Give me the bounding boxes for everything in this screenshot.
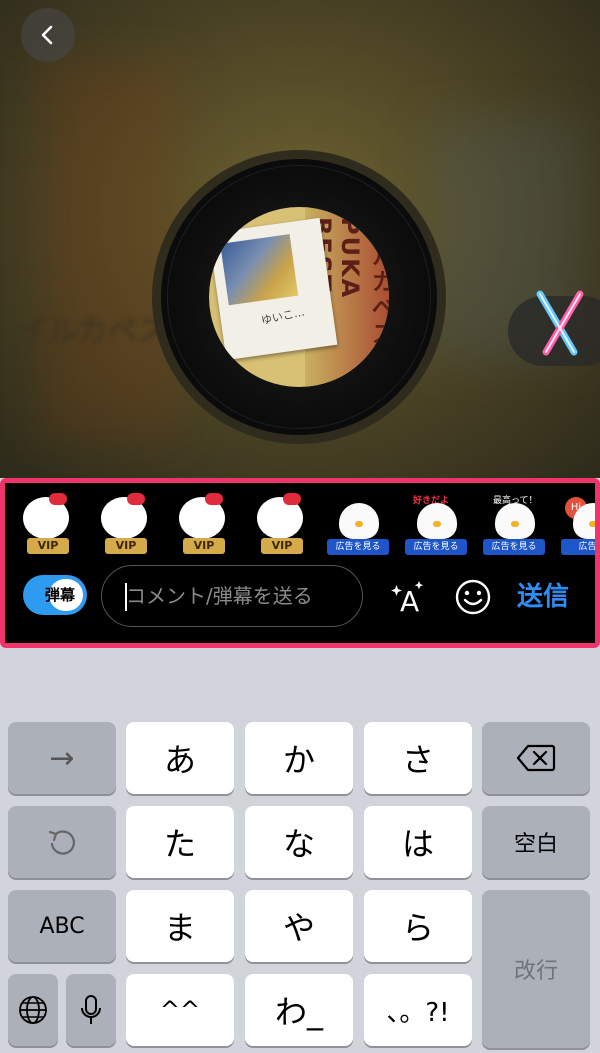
key-globe[interactable] xyxy=(8,974,58,1046)
key-a[interactable]: あ xyxy=(126,722,234,794)
key-delete[interactable] xyxy=(482,722,590,794)
stamp-list[interactable]: VIP VIP VIP VIP 広告を見る 好きだよ 広告を見る 最高って！ 広… xyxy=(15,491,595,563)
kitty-stamp-icon xyxy=(23,493,69,539)
comment-input[interactable] xyxy=(101,565,363,627)
danmaku-toggle[interactable]: 弾幕 xyxy=(23,575,87,615)
backspace-icon xyxy=(516,744,556,772)
danmaku-toggle-label: 弾幕 xyxy=(45,586,76,604)
key-space[interactable]: 空白 xyxy=(482,806,590,878)
key-punctuation[interactable]: 、。?! xyxy=(364,974,472,1046)
undo-icon xyxy=(48,830,75,855)
key-ha[interactable]: は xyxy=(364,806,472,878)
back-button[interactable] xyxy=(21,8,75,62)
stamp-item[interactable]: 好きだよ 広告を見る xyxy=(405,491,471,557)
player-area: イルカベス イルカベスト PUKA BEST ゆいこ… xyxy=(0,0,600,478)
text-caret xyxy=(125,583,127,611)
vinyl-record: イルカベスト PUKA BEST ゆいこ… xyxy=(152,150,446,444)
comment-input-row: 弾幕 A 送信 xyxy=(5,565,595,635)
stamp-item[interactable]: 広告を見る xyxy=(327,491,393,557)
kitty-stamp-icon xyxy=(179,493,225,539)
stamp-item[interactable]: 最高って！ 広告を見る xyxy=(483,491,549,557)
vip-badge: VIP xyxy=(261,538,303,554)
vip-badge: VIP xyxy=(27,538,69,554)
key-ma[interactable]: ま xyxy=(126,890,234,962)
chick-stamp-icon xyxy=(339,503,379,539)
cover-caption: ゆいこ… xyxy=(260,305,306,328)
album-art: イルカベスト PUKA BEST ゆいこ… xyxy=(209,207,389,387)
svg-text:A: A xyxy=(400,585,419,617)
chick-stamp-icon xyxy=(495,503,535,539)
arrow-right-icon: → xyxy=(49,740,75,776)
microphone-icon xyxy=(81,995,101,1024)
comment-panel: VIP VIP VIP VIP 広告を見る 好きだよ 広告を見る 最高って！ 広… xyxy=(0,478,600,648)
key-emoticon[interactable]: ^^ xyxy=(126,974,234,1046)
chevron-left-icon xyxy=(41,25,53,45)
key-sa[interactable]: さ xyxy=(364,722,472,794)
key-abc[interactable]: ABC xyxy=(8,890,116,962)
key-ya[interactable]: や xyxy=(245,890,353,962)
key-undo[interactable] xyxy=(8,806,116,878)
key-dictation[interactable] xyxy=(66,974,116,1046)
key-ta[interactable]: た xyxy=(126,806,234,878)
penlight-button[interactable] xyxy=(508,290,600,366)
key-ra[interactable]: ら xyxy=(364,890,472,962)
watch-ad-badge: 広告を見る xyxy=(327,539,389,555)
japanese-keyboard: → あ か さ た な は 空白 ABC ま や ら 改行 ^^ わ_ 、。?! xyxy=(0,648,600,1053)
album-spine-text: イルカベスト PUKA BEST xyxy=(308,217,389,373)
vinyl-disc: イルカベスト PUKA BEST ゆいこ… xyxy=(161,159,437,435)
background-title-text: イルカベス xyxy=(18,314,168,349)
penlight-icon xyxy=(536,290,584,356)
stamp-item[interactable]: VIP xyxy=(93,491,159,557)
key-next[interactable]: → xyxy=(8,722,116,794)
font-style-icon[interactable]: A xyxy=(389,577,429,618)
vip-badge: VIP xyxy=(183,538,225,554)
key-return[interactable]: 改行 xyxy=(482,890,590,1048)
kitty-stamp-icon xyxy=(257,493,303,539)
kitty-stamp-icon xyxy=(101,493,147,539)
stamp-item[interactable]: VIP xyxy=(15,491,81,557)
album-spine xyxy=(305,207,389,387)
vip-badge: VIP xyxy=(105,538,147,554)
stamp-item[interactable]: VIP xyxy=(249,491,315,557)
cover-photo xyxy=(220,234,299,306)
album-cover: ゆいこ… xyxy=(209,217,338,361)
watch-ad-badge: 広告を見る xyxy=(483,539,545,555)
watch-ad-badge: 広告を xyxy=(561,539,595,555)
globe-icon xyxy=(19,996,47,1024)
stamp-item[interactable]: VIP xyxy=(171,491,237,557)
key-wa[interactable]: わ_ xyxy=(245,974,353,1046)
key-na[interactable]: な xyxy=(245,806,353,878)
watch-ad-badge: 広告を見る xyxy=(405,539,467,555)
stamp-item[interactable]: Hi 広告を xyxy=(561,491,595,557)
emoji-icon[interactable] xyxy=(453,577,493,617)
chick-stamp-icon xyxy=(417,503,457,539)
key-ka[interactable]: か xyxy=(245,722,353,794)
send-button[interactable]: 送信 xyxy=(517,577,569,617)
